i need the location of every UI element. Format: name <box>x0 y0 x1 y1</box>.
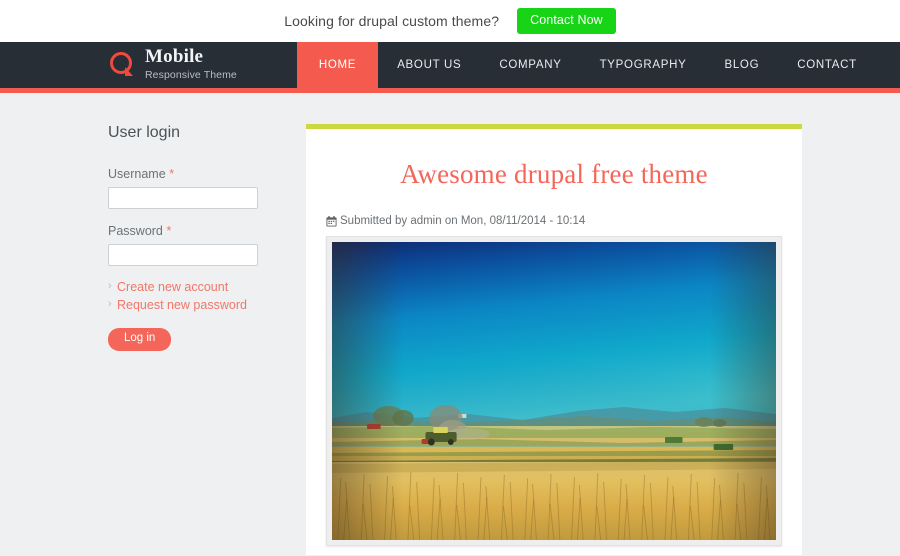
brand-tagline: Responsive Theme <box>145 69 237 82</box>
q-circle-logo-icon <box>108 51 136 79</box>
article-image-frame <box>326 236 782 546</box>
promo-tagline: Looking for drupal custom theme? <box>284 13 500 29</box>
username-input[interactable] <box>108 187 258 209</box>
sidebar-title: User login <box>108 124 181 141</box>
username-label: Username * <box>108 166 298 181</box>
main-content-panel: Awesome drupal free theme Submitted by a… <box>306 124 802 555</box>
sidebar-user-login-block: User login Username * Password * › Creat… <box>108 124 298 351</box>
chevron-right-icon: › <box>108 280 112 292</box>
password-input[interactable] <box>108 244 258 266</box>
site-header: Mobile Responsive Theme HOME ABOUT US CO… <box>0 42 900 88</box>
username-field-group: Username * <box>108 166 298 209</box>
calendar-icon <box>326 215 337 227</box>
password-field-group: Password * <box>108 223 298 266</box>
article-title: Awesome drupal free theme <box>400 159 708 189</box>
article-meta-text: Submitted by admin on Mon, 08/11/2014 - … <box>340 215 586 227</box>
main-navigation: HOME ABOUT US COMPANY TYPOGRAPHY BLOG CO… <box>296 42 876 88</box>
brand-logo[interactable]: Mobile Responsive Theme <box>0 42 237 88</box>
nav-item-typography[interactable]: TYPOGRAPHY <box>581 42 706 88</box>
nav-item-contact[interactable]: CONTACT <box>778 42 876 88</box>
article-image <box>332 242 776 540</box>
create-new-account-link[interactable]: › Create new account <box>108 280 298 294</box>
sidebar-links: › Create new account › Request new passw… <box>108 280 298 312</box>
top-promo-bar: Looking for drupal custom theme? Contact… <box>0 0 900 42</box>
chevron-right-icon: › <box>108 298 112 310</box>
username-required-marker: * <box>169 166 175 181</box>
nav-item-company[interactable]: COMPANY <box>480 42 580 88</box>
username-label-text: Username <box>108 167 166 181</box>
brand-name: Mobile <box>145 46 204 68</box>
password-required-marker: * <box>166 223 172 238</box>
password-label: Password * <box>108 223 298 238</box>
create-new-account-label: Create new account <box>117 280 229 294</box>
contact-now-button[interactable]: Contact Now <box>517 8 616 34</box>
password-label-text: Password <box>108 224 163 238</box>
nav-item-about-us[interactable]: ABOUT US <box>378 42 480 88</box>
log-in-button[interactable]: Log in <box>108 328 172 351</box>
nav-item-home[interactable]: HOME <box>296 42 379 88</box>
request-new-password-label: Request new password <box>117 298 247 312</box>
article-submitted-meta: Submitted by admin on Mon, 08/11/2014 - … <box>326 215 782 227</box>
request-new-password-link[interactable]: › Request new password <box>108 298 298 312</box>
page-body: User login Username * Password * › Creat… <box>0 93 900 555</box>
nav-item-blog[interactable]: BLOG <box>705 42 778 88</box>
